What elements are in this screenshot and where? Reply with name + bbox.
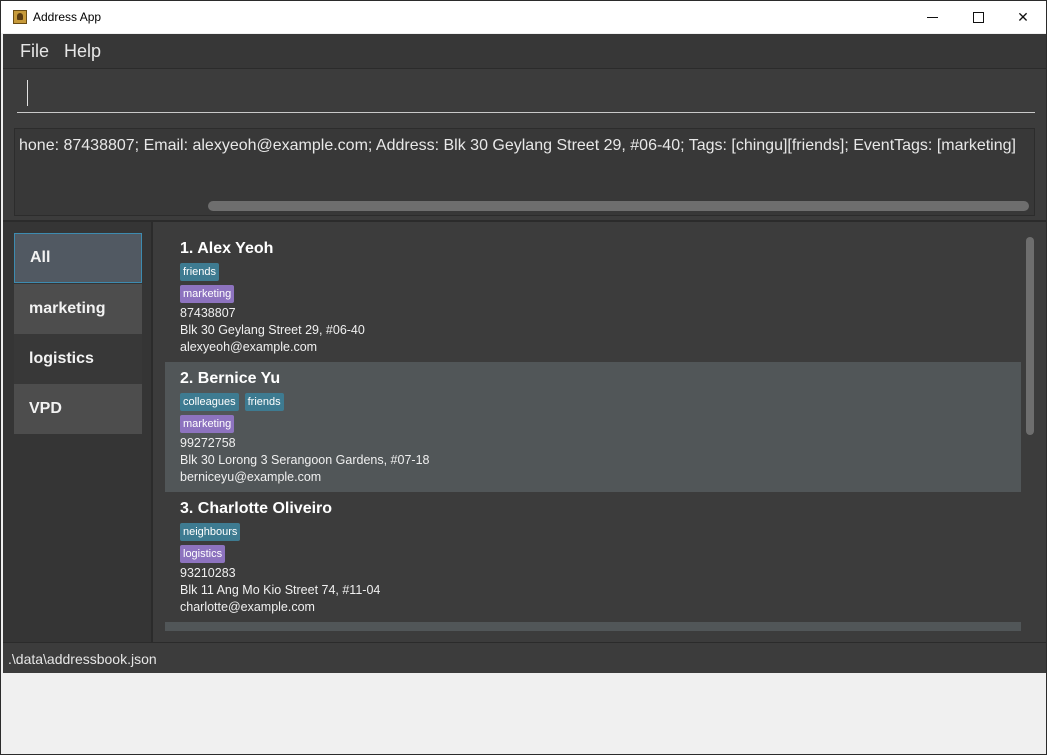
close-button[interactable]: ✕: [1000, 1, 1046, 33]
event-tag-row: marketing: [180, 415, 235, 433]
command-box: [3, 69, 1046, 119]
person-address: Blk 11 Ang Mo Kio Street 74, #11-04: [180, 583, 381, 597]
save-location: .\data\addressbook.json: [8, 651, 157, 667]
sidebar-item-label: marketing: [29, 300, 106, 317]
address-book-icon: [13, 10, 27, 24]
status-bar: .\data\addressbook.json: [3, 642, 1046, 673]
app-content: File Help hone: 87438807; Email: alexyeo…: [3, 34, 1046, 673]
title-bar[interactable]: Address App ✕: [1, 1, 1046, 33]
person-name: 3. Charlotte Oliveiro: [180, 500, 333, 517]
person-address: Blk 30 Geylang Street 29, #06-40: [180, 323, 365, 337]
sidebar-item-label: All: [30, 249, 51, 266]
scrollbar-thumb[interactable]: [1026, 237, 1034, 435]
result-horizontal-scrollbar[interactable]: [208, 201, 1029, 211]
text-caret: [27, 80, 28, 106]
person-name: 2. Bernice Yu: [180, 370, 281, 387]
person-name: 1. Alex Yeoh: [180, 240, 274, 257]
maximize-button[interactable]: [955, 1, 1001, 33]
sidebar-item-all[interactable]: All: [14, 233, 142, 283]
tag: colleagues: [180, 393, 239, 411]
person-card[interactable]: 2. Bernice Yu colleagues friends marketi…: [165, 362, 1021, 492]
minimize-icon: [926, 16, 938, 18]
tag: friends: [180, 263, 220, 281]
window-title: Address App: [33, 10, 102, 24]
app-window: Address App ✕ File Help hone: 87438807; …: [0, 0, 1047, 755]
minimize-button[interactable]: [909, 1, 955, 33]
event-sidebar: All marketing logistics VPD: [3, 222, 153, 642]
command-input[interactable]: [17, 81, 1035, 113]
event-tag: logistics: [180, 545, 226, 563]
menu-file[interactable]: File: [20, 41, 49, 62]
menu-bar: File Help: [3, 34, 1046, 69]
result-display[interactable]: hone: 87438807; Email: alexyeoh@example.…: [14, 128, 1035, 216]
person-list-scrollbar[interactable]: [1024, 232, 1036, 631]
tag-row: neighbours: [180, 523, 241, 541]
event-tag: marketing: [180, 415, 235, 433]
sidebar-item-marketing[interactable]: marketing: [14, 284, 142, 334]
person-card[interactable]: 3. Charlotte Oliveiro neighbours logisti…: [165, 492, 1021, 622]
result-display-pane: hone: 87438807; Email: alexyeoh@example.…: [3, 122, 1046, 220]
event-tag-row: logistics: [180, 545, 226, 563]
person-email: berniceyu@example.com: [180, 470, 322, 484]
person-phone: 99272758: [180, 436, 236, 450]
sidebar-item-vpd[interactable]: VPD: [14, 384, 142, 434]
tag-row: colleagues friends: [180, 393, 284, 411]
person-card[interactable]: 1. Alex Yeoh friends marketing 87438807 …: [165, 232, 1021, 362]
person-phone: 93210283: [180, 566, 236, 580]
person-list[interactable]: 1. Alex Yeoh friends marketing 87438807 …: [165, 232, 1021, 631]
person-email: alexyeoh@example.com: [180, 340, 318, 354]
person-address: Blk 30 Lorong 3 Serangoon Gardens, #07-1…: [180, 453, 430, 467]
event-tag: marketing: [180, 285, 235, 303]
close-icon: ✕: [1017, 8, 1029, 25]
tag: neighbours: [180, 523, 241, 541]
menu-help[interactable]: Help: [64, 41, 101, 62]
sidebar-item-label: VPD: [29, 400, 62, 417]
person-list-pane: 1. Alex Yeoh friends marketing 87438807 …: [155, 222, 1046, 642]
event-tag-row: marketing: [180, 285, 235, 303]
person-phone: 87438807: [180, 306, 236, 320]
person-email: charlotte@example.com: [180, 600, 315, 614]
tag-row: friends: [180, 263, 220, 281]
sidebar-item-label: logistics: [29, 350, 94, 367]
maximize-icon: [972, 11, 984, 23]
tag: friends: [244, 393, 284, 411]
person-card[interactable]: [165, 622, 1021, 631]
result-text: hone: 87438807; Email: alexyeoh@example.…: [19, 137, 1016, 154]
sidebar-item-logistics[interactable]: logistics: [14, 334, 142, 384]
